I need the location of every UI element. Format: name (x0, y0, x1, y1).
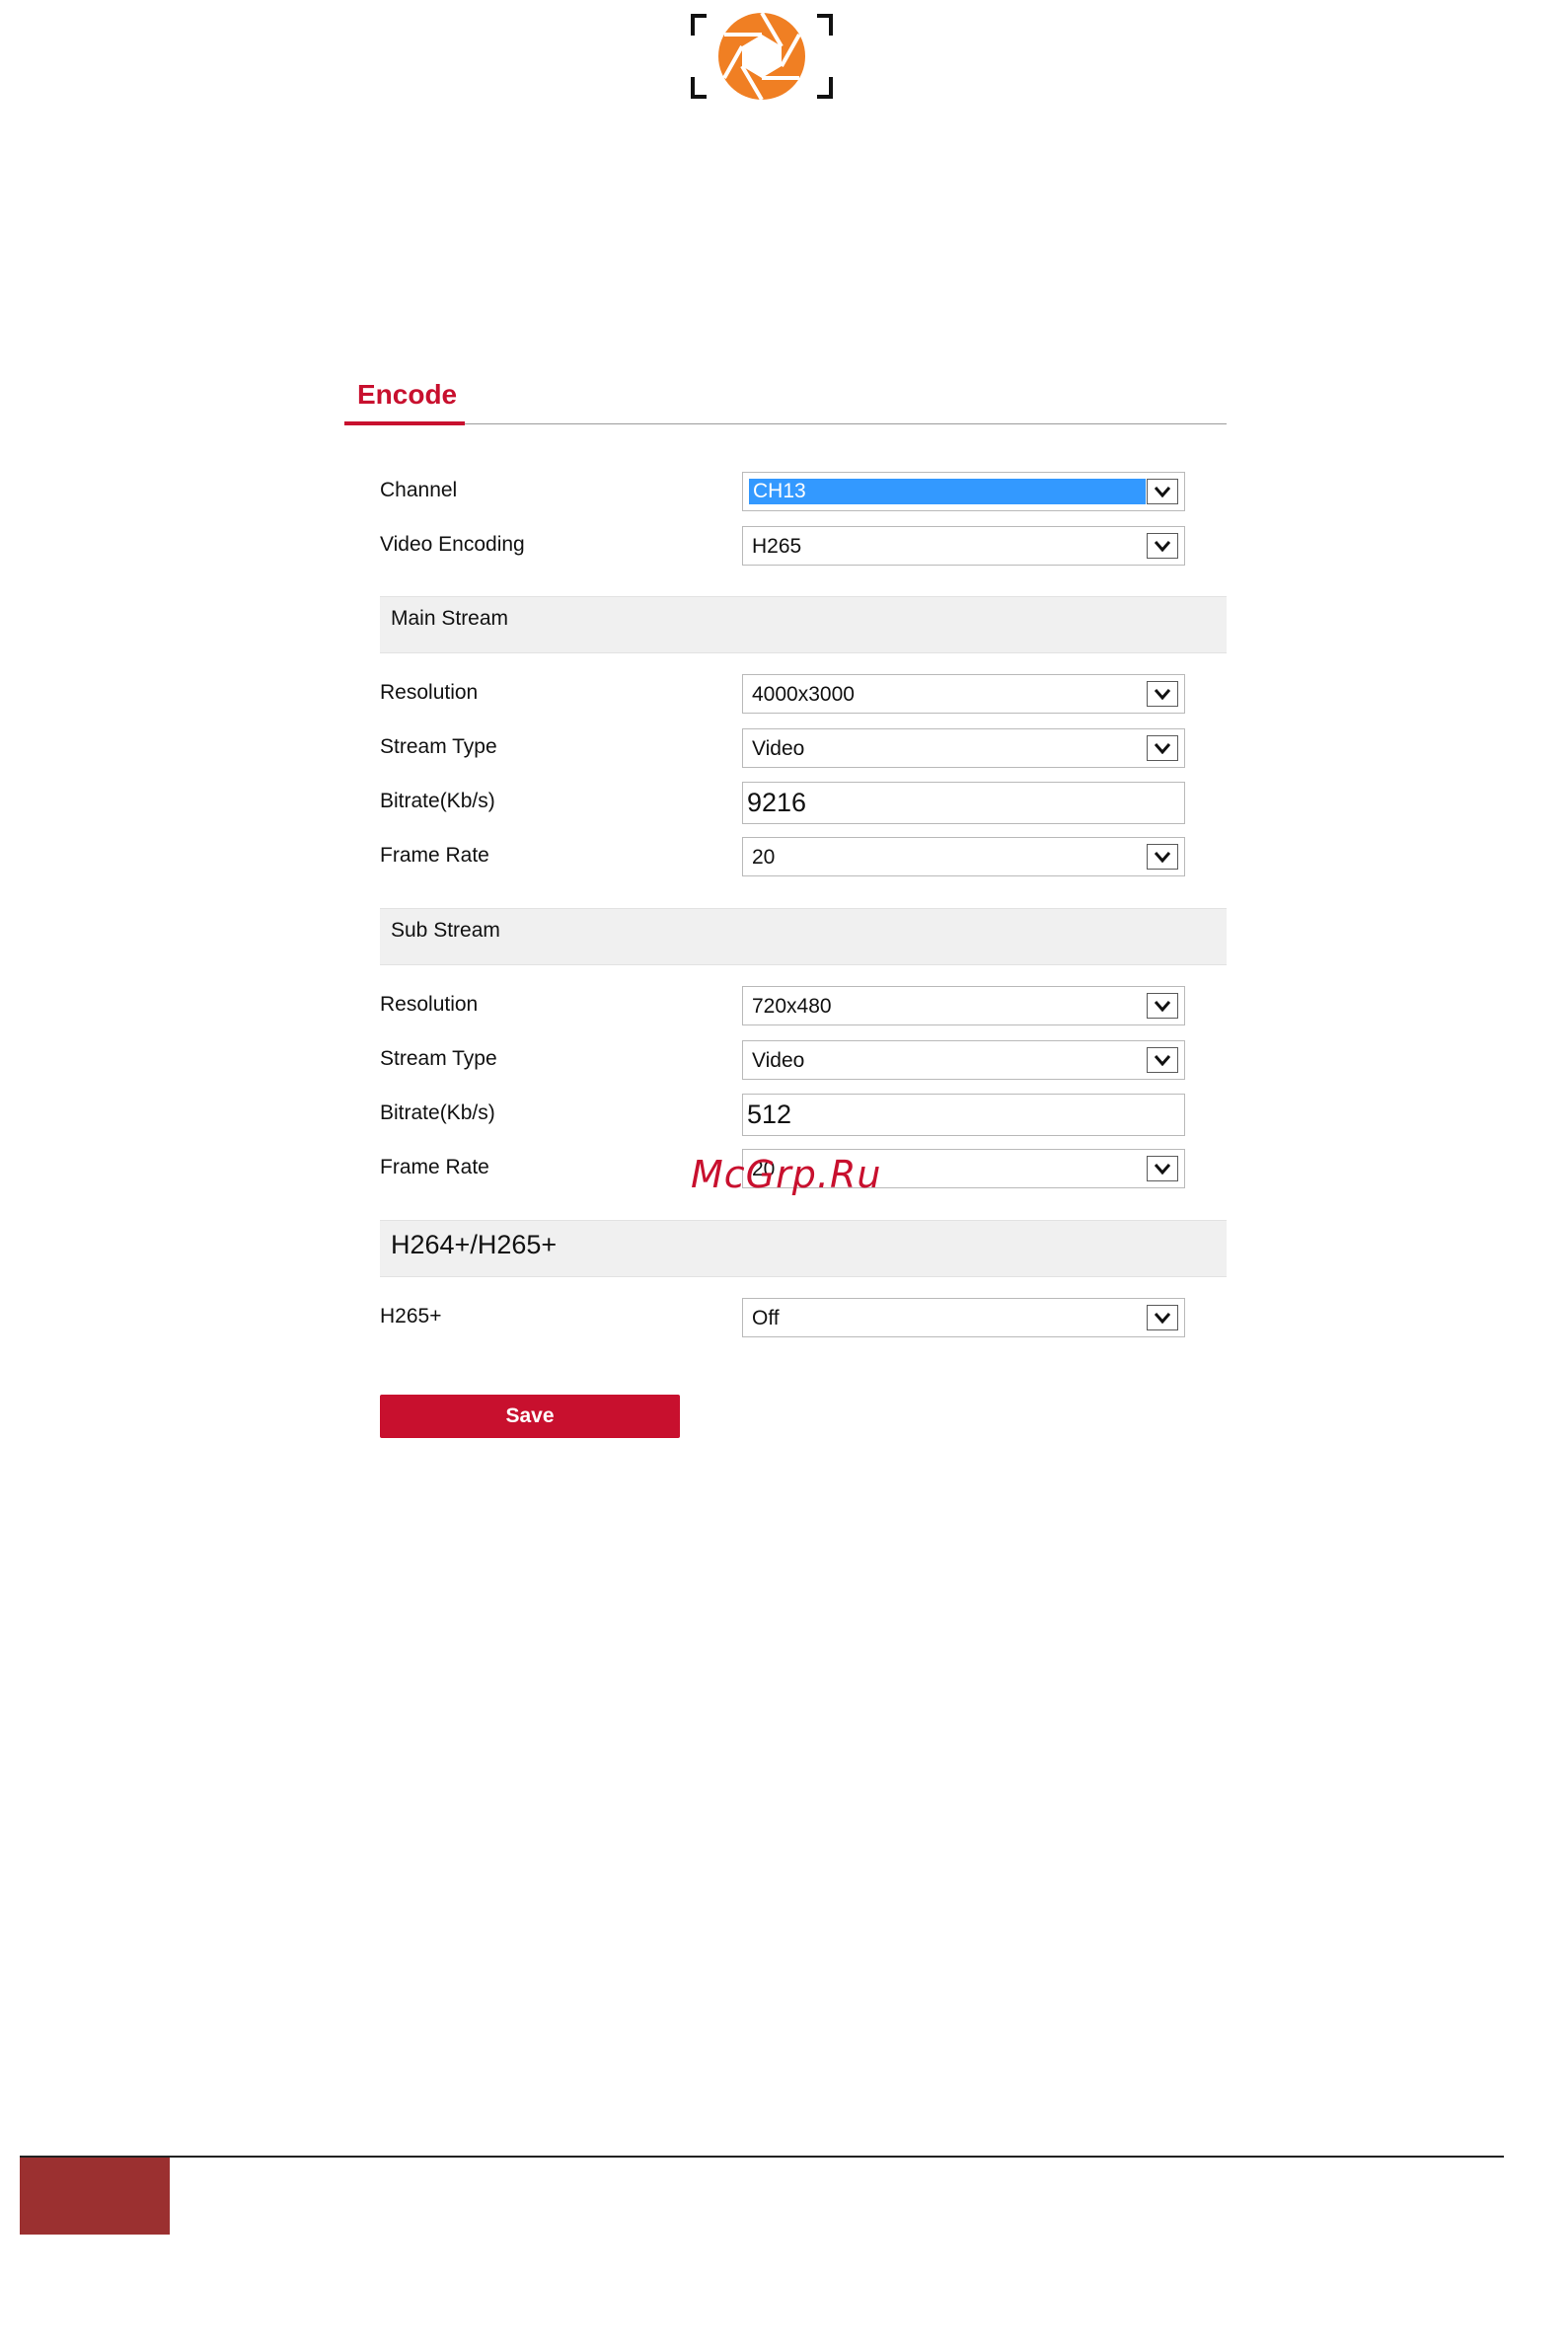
chevron-down-icon[interactable] (1147, 735, 1178, 761)
h265-plus-select[interactable]: Off (742, 1298, 1185, 1337)
sub-bitrate-input[interactable] (747, 1099, 1171, 1130)
channel-label: Channel (380, 479, 458, 501)
main-resolution-value: 4000x3000 (752, 683, 855, 706)
h264-h265-plus-section: H264+/H265+ (380, 1220, 1227, 1277)
sub-resolution-select[interactable]: 720x480 (742, 986, 1185, 1025)
sub-bitrate-label: Bitrate(Kb/s) (380, 1101, 495, 1124)
main-bitrate-label: Bitrate(Kb/s) (380, 790, 495, 812)
h265-plus-value: Off (752, 1307, 780, 1329)
video-encoding-value: H265 (752, 535, 802, 558)
watermark: McGrp.Ru (691, 1153, 882, 1196)
sub-stream-type-label: Stream Type (380, 1047, 497, 1070)
video-encoding-select[interactable]: H265 (742, 526, 1185, 566)
main-stream-title: Main Stream (391, 607, 509, 630)
main-frame-rate-select[interactable]: 20 (742, 837, 1185, 876)
h265-plus-label: H265+ (380, 1305, 442, 1328)
chevron-down-icon[interactable] (1147, 479, 1178, 504)
main-stream-section: Main Stream (380, 596, 1227, 653)
main-stream-type-label: Stream Type (380, 735, 497, 758)
save-button[interactable]: Save (380, 1395, 680, 1438)
sub-resolution-label: Resolution (380, 993, 479, 1016)
chevron-down-icon[interactable] (1147, 993, 1178, 1019)
chevron-down-icon[interactable] (1147, 1305, 1178, 1330)
sub-stream-type-select[interactable]: Video (742, 1040, 1185, 1080)
sub-resolution-value: 720x480 (752, 995, 832, 1018)
sub-frame-rate-label: Frame Rate (380, 1156, 489, 1178)
chevron-down-icon[interactable] (1147, 533, 1178, 559)
chevron-down-icon[interactable] (1147, 1047, 1178, 1073)
tab-divider (344, 423, 1227, 424)
main-stream-type-select[interactable]: Video (742, 728, 1185, 768)
aperture-logo-icon (691, 10, 833, 103)
main-resolution-label: Resolution (380, 681, 479, 704)
footer-divider (20, 2156, 1504, 2158)
chevron-down-icon[interactable] (1147, 844, 1178, 870)
main-bitrate-field[interactable] (742, 782, 1185, 824)
sub-stream-section: Sub Stream (380, 908, 1227, 965)
chevron-down-icon[interactable] (1147, 1156, 1178, 1181)
channel-select[interactable]: CH13 (742, 472, 1185, 511)
video-encoding-label: Video Encoding (380, 533, 525, 556)
footer-page-block (20, 2158, 170, 2235)
sub-stream-type-value: Video (752, 1049, 805, 1072)
tab-encode[interactable]: Encode (357, 379, 457, 411)
main-stream-type-value: Video (752, 737, 805, 760)
main-resolution-select[interactable]: 4000x3000 (742, 674, 1185, 714)
h264-h265-plus-title: H264+/H265+ (391, 1230, 558, 1259)
tab-active-indicator (344, 421, 465, 425)
sub-bitrate-field[interactable] (742, 1094, 1185, 1136)
sub-stream-title: Sub Stream (391, 919, 500, 942)
channel-value: CH13 (749, 479, 1146, 504)
main-frame-rate-label: Frame Rate (380, 844, 489, 867)
chevron-down-icon[interactable] (1147, 681, 1178, 707)
main-frame-rate-value: 20 (752, 846, 776, 869)
main-bitrate-input[interactable] (747, 787, 1171, 818)
